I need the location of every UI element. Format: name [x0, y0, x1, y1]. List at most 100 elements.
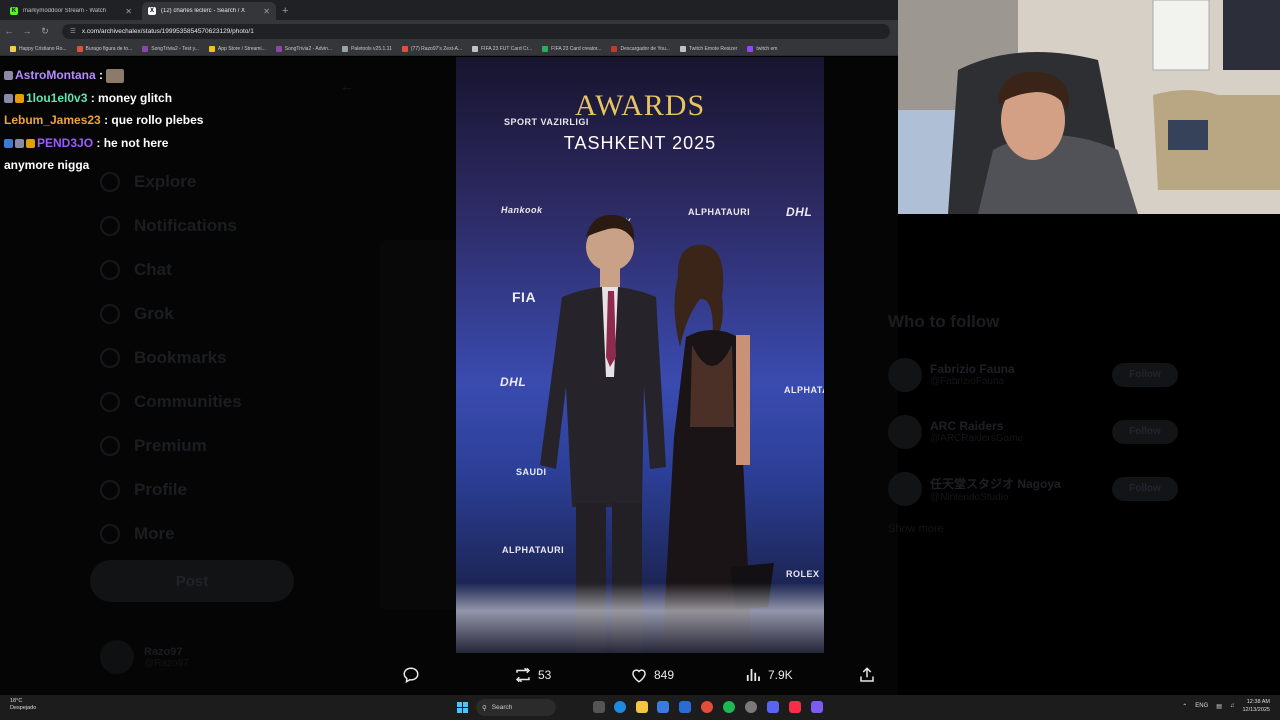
bookmark-item[interactable]: App Store / Streami...: [208, 45, 266, 52]
show-more-link[interactable]: Show more: [888, 523, 1178, 535]
bookmark-favicon-icon: [10, 45, 16, 52]
mail-icon[interactable]: [679, 701, 691, 713]
bookmark-item[interactable]: SongTrivia2 - Test y...: [142, 45, 199, 52]
chat-badge-icon: [4, 71, 13, 81]
browser-tab-bar: Kmarkymoddoor Stream - Watch ✕ X (12) charl…: [0, 0, 898, 20]
follow-button[interactable]: Follow: [1112, 476, 1178, 501]
taskbar-search[interactable]: ⚲ Search: [476, 699, 556, 716]
follow-suggestion[interactable]: ARC Raiders @ARCRaidersGame Follow: [888, 403, 1178, 460]
follow-button[interactable]: Follow: [1112, 362, 1178, 387]
bookmark-item[interactable]: Happy Cristiano Ro...: [10, 45, 67, 52]
repost-icon: [515, 667, 531, 683]
browser-tab[interactable]: X (12) charles leclerc - Search / X ✕: [142, 2, 276, 20]
start-icon[interactable]: [457, 702, 468, 713]
weather-widget[interactable]: 18°C Despejado: [10, 698, 36, 712]
nav-item-bookmarks[interactable]: Bookmarks: [100, 336, 242, 380]
bookmark-item[interactable]: twitch em: [747, 45, 778, 52]
bookmarks-icon: [100, 348, 120, 368]
close-tab-icon[interactable]: ✕: [125, 7, 132, 16]
bookmark-item[interactable]: FIFA 23 Card creator...: [542, 45, 601, 52]
bookmark-item[interactable]: Paletools v25.1.11: [342, 45, 392, 52]
chat-username[interactable]: PEND3JO: [37, 136, 93, 150]
suggestion-handle: @NintendoStudio: [930, 491, 1009, 503]
task-view-icon[interactable]: [593, 701, 605, 713]
chat-colon: :: [100, 113, 112, 127]
account-switcher[interactable]: Razo97 @Razo97: [100, 640, 189, 674]
teams-icon[interactable]: [811, 701, 823, 713]
chat-emote-icon: [106, 68, 125, 83]
nav-item-premium[interactable]: Premium: [100, 424, 242, 468]
nav-item-label: More: [134, 524, 175, 543]
music-icon[interactable]: [789, 701, 801, 713]
chat-text: que rollo plebes: [111, 113, 204, 127]
reply-button[interactable]: [402, 666, 426, 684]
discord-icon[interactable]: [767, 701, 779, 713]
media-photo[interactable]: AWARDS TASHKENT 2025 SPORT VAZIRLIGI Han…: [456, 57, 824, 653]
chat-badge-icon: [4, 138, 13, 148]
bookmark-favicon-icon: [76, 45, 83, 52]
chat-colon: :: [95, 68, 107, 82]
repost-button[interactable]: 53: [514, 666, 551, 684]
chat-message: AstroMontana :: [4, 64, 444, 87]
nav-item-label: Chat: [134, 260, 172, 279]
site-info-icon[interactable]: ☰: [70, 27, 76, 35]
clock[interactable]: 12:38 AM 12/13/2025: [1242, 698, 1270, 714]
follow-button[interactable]: Follow: [1112, 419, 1178, 444]
bookmark-favicon-icon: [542, 45, 549, 52]
store-icon[interactable]: [657, 701, 669, 713]
nav-item-profile[interactable]: Profile: [100, 468, 242, 512]
bookmark-item[interactable]: FIFA 23 FUT Card Cr...: [472, 45, 532, 52]
heart-icon: [632, 669, 646, 683]
nav-item-label: Bookmarks: [134, 348, 227, 367]
chat-username[interactable]: Lebum_James23: [4, 113, 101, 127]
language-indicator[interactable]: ENG: [1195, 703, 1208, 709]
url-field[interactable]: ☰ x.com/archivechalex/status/19995358545…: [62, 23, 890, 39]
follow-suggestion[interactable]: 任天堂スタジオ Nagoya @NintendoStudio Follow: [888, 460, 1178, 517]
forward-icon[interactable]: →: [18, 26, 36, 36]
more-icon: [100, 524, 120, 544]
spotify-icon[interactable]: [723, 701, 735, 713]
bookmark-item[interactable]: SongTrivia2 - Advin...: [275, 45, 332, 52]
nav-item-label: Notifications: [134, 216, 237, 235]
stage-lights: [456, 583, 824, 653]
nav-item-notifications[interactable]: Notifications: [100, 204, 242, 248]
obs-icon[interactable]: [745, 701, 757, 713]
share-button[interactable]: [858, 666, 876, 684]
avatar: [100, 640, 134, 674]
new-tab-button[interactable]: +: [282, 5, 288, 17]
bookmark-label: twitch em: [756, 45, 778, 52]
network-icon[interactable]: ▤: [1216, 703, 1222, 710]
volume-icon[interactable]: ♫: [1230, 703, 1235, 709]
edge-icon[interactable]: [614, 701, 626, 713]
post-button[interactable]: Post: [90, 560, 294, 602]
dimmed-feed: [380, 240, 460, 610]
nav-item-more[interactable]: More: [100, 512, 242, 556]
close-tab-icon[interactable]: ✕: [263, 7, 270, 16]
file-explorer-icon[interactable]: [636, 701, 648, 713]
browser-tab[interactable]: Kmarkymoddoor Stream - Watch ✕: [4, 2, 138, 20]
chat-username[interactable]: 1lou1el0v3: [26, 91, 87, 105]
nav-item-grok[interactable]: Grok: [100, 292, 242, 336]
chrome-icon[interactable]: [701, 701, 713, 713]
photo-subheadline: TASHKENT 2025: [563, 133, 717, 153]
bookmark-favicon-icon: [275, 45, 282, 52]
reload-icon[interactable]: ↻: [36, 26, 54, 37]
back-icon[interactable]: ←: [0, 26, 18, 36]
bookmark-item[interactable]: Twitch Emote Resizer: [679, 45, 737, 52]
views-button[interactable]: 7.9K: [744, 666, 793, 684]
nav-item-label: Premium: [134, 436, 207, 455]
chat-badge-icon: [4, 93, 13, 103]
chat-username[interactable]: AstroMontana: [15, 68, 96, 82]
bookmark-item[interactable]: Descargador de You...: [611, 45, 670, 52]
chat-badge-icon: [15, 138, 24, 148]
bookmark-favicon-icon: [342, 45, 349, 52]
bookmark-item[interactable]: Burago figura de to...: [76, 45, 132, 52]
follow-suggestion[interactable]: Fabrizio Fauna @FabrizioFauna Follow: [888, 346, 1178, 403]
nav-item-communities[interactable]: Communities: [100, 380, 242, 424]
nav-item-chat[interactable]: Chat: [100, 248, 242, 292]
chevron-up-icon[interactable]: ⌃: [1182, 703, 1187, 710]
sponsor-logo: DHL: [786, 205, 813, 219]
bookmark-item[interactable]: (77) Razo97's Zest-A...: [401, 45, 462, 52]
sponsor-logo: SPORT VAZIRLIGI: [504, 117, 589, 127]
like-button[interactable]: 849: [630, 666, 674, 684]
